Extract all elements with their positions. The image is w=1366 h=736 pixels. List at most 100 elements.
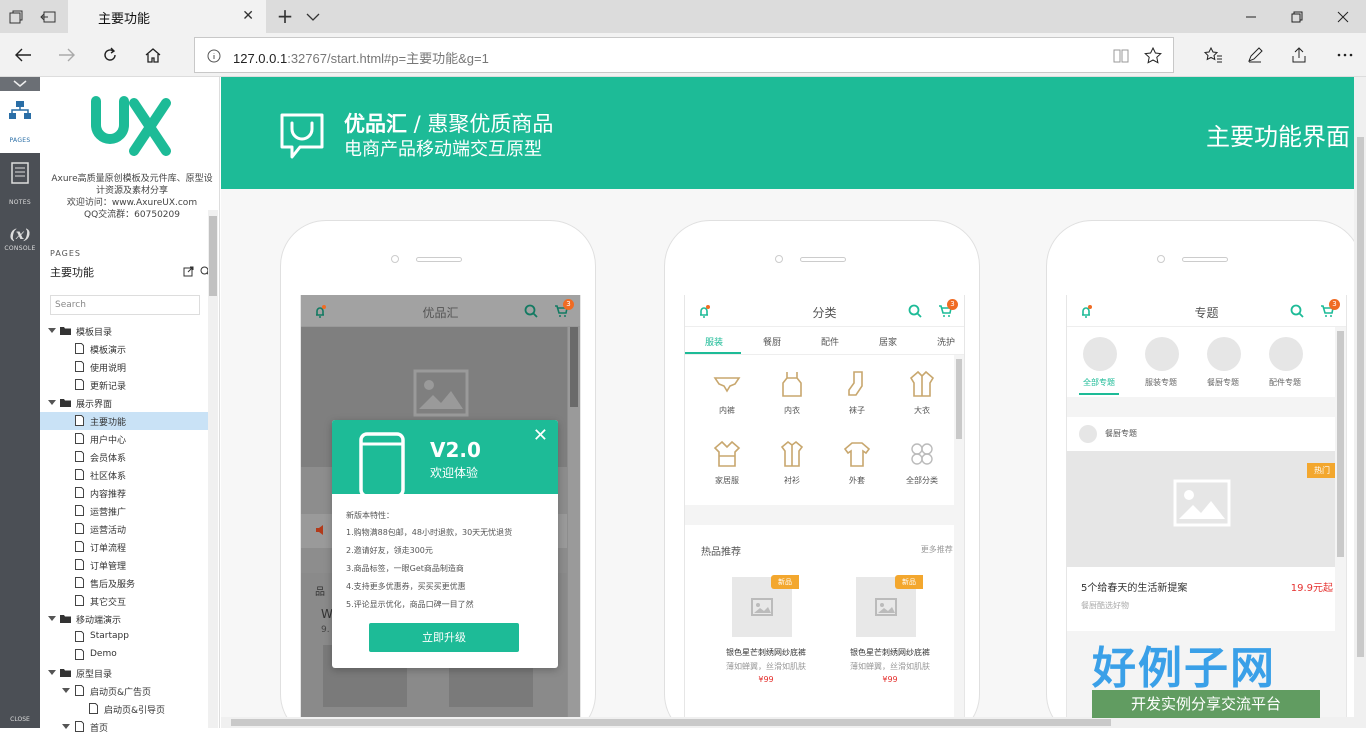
back-button[interactable]	[8, 41, 38, 69]
category-socks[interactable]: 袜子	[827, 361, 887, 425]
tree-item[interactable]: 会员体系	[40, 448, 210, 466]
category-underwear[interactable]: 内裤	[697, 361, 757, 425]
share-icon[interactable]	[1284, 41, 1314, 69]
expand-triangle-icon[interactable]	[48, 327, 56, 335]
tree-item[interactable]: 模板目录	[40, 322, 210, 340]
tree-item[interactable]: 运营推广	[40, 502, 210, 520]
category-label: 全部分类	[906, 476, 938, 485]
category-all[interactable]: 全部分类	[892, 431, 952, 495]
topic-clothing[interactable]: 服装专题	[1131, 337, 1191, 395]
app-title: 优品汇	[422, 306, 459, 320]
expand-triangle-icon[interactable]	[48, 669, 56, 677]
expand-triangle-icon[interactable]	[62, 687, 70, 695]
product-card[interactable]: 新品 银色星芒刺绣网纱底裤 薄如蝉翼，丝滑如肌肤 ¥99	[835, 575, 945, 697]
search-icon[interactable]	[1290, 304, 1304, 318]
tree-item[interactable]: 订单管理	[40, 556, 210, 574]
vscroll-thumb[interactable]	[1357, 137, 1364, 657]
pages-tab[interactable]: PAGES	[0, 91, 40, 153]
tree-item[interactable]: 模板演示	[40, 340, 210, 358]
pages-scrollbar[interactable]	[208, 210, 218, 728]
tab-list-chevron-icon[interactable]	[304, 8, 322, 26]
screen-scrollbar-thumb[interactable]	[956, 359, 962, 439]
refresh-button[interactable]	[95, 41, 125, 69]
screen-scrollbar[interactable]	[954, 355, 964, 717]
topic-accessories[interactable]: 配件专题	[1255, 337, 1315, 395]
restore-button[interactable]	[1274, 0, 1320, 33]
close-sidebar-button[interactable]: CLOSE	[0, 712, 40, 728]
section-title: 主要功能界面	[1206, 123, 1350, 151]
category-homewear[interactable]: 家居服	[697, 431, 757, 495]
screen-scrollbar-thumb[interactable]	[570, 327, 578, 407]
tree-item[interactable]: 移动端演示	[40, 610, 210, 628]
category-vest[interactable]: 内衣	[762, 361, 822, 425]
tab-home[interactable]: 居家	[879, 335, 897, 348]
topic-banner[interactable]: 热门	[1067, 451, 1337, 567]
category-shirt[interactable]: 衬衫	[762, 431, 822, 495]
tab-close-icon[interactable]: ✕	[242, 8, 254, 24]
product-card[interactable]: 新品 银色星芒刺绣网纱底裤 薄如蝉翼，丝滑如肌肤 ¥99	[711, 575, 821, 697]
active-tab[interactable]: 主要功能 ✕	[68, 0, 266, 33]
tree-item-label: 运营推广	[90, 508, 127, 518]
expand-triangle-icon[interactable]	[48, 399, 56, 407]
expand-triangle-icon[interactable]	[48, 615, 56, 623]
open-page-icon[interactable]	[183, 266, 194, 277]
pages-search-input[interactable]: Search	[50, 295, 200, 315]
hscroll-thumb[interactable]	[231, 719, 1111, 726]
close-window-button[interactable]	[1320, 0, 1366, 33]
tree-item[interactable]: 社区体系	[40, 466, 210, 484]
canvas-horizontal-scrollbar[interactable]	[221, 717, 1354, 728]
search-icon[interactable]	[524, 304, 538, 318]
forward-button[interactable]	[52, 41, 82, 69]
tree-item[interactable]: 主要功能	[40, 412, 210, 430]
tab-clothing[interactable]: 服装	[705, 335, 723, 348]
tree-item[interactable]: 运营活动	[40, 520, 210, 538]
minimize-button[interactable]	[1228, 0, 1274, 33]
tree-item[interactable]: 展示界面	[40, 394, 210, 412]
notes-tab[interactable]: NOTES	[0, 153, 40, 215]
console-tab[interactable]: (x) CONSOLE	[0, 215, 40, 277]
screen-scrollbar-thumb[interactable]	[1337, 331, 1344, 557]
tree-item[interactable]: 原型目录	[40, 664, 210, 682]
favorites-hub-icon[interactable]	[1198, 41, 1228, 69]
tree-item[interactable]: 订单流程	[40, 538, 210, 556]
tree-item[interactable]: 内容推荐	[40, 484, 210, 502]
tree-item[interactable]: 其它交互	[40, 592, 210, 610]
tree-item[interactable]: 使用说明	[40, 358, 210, 376]
address-bar[interactable]: 127.0.0.1:32767/start.html#p=主要功能&g=1	[194, 37, 1174, 73]
site-info-icon[interactable]	[207, 49, 221, 63]
tree-item[interactable]: 用户中心	[40, 430, 210, 448]
topic-all[interactable]: 全部专题	[1069, 337, 1129, 395]
tree-item[interactable]: Startapp	[40, 628, 210, 646]
category-jacket[interactable]: 外套	[827, 431, 887, 495]
feature-item: 5.评论显示优化，商品口碑一目了然	[346, 600, 474, 609]
search-icon[interactable]	[908, 304, 922, 318]
dialog-close-icon[interactable]: ✕	[533, 425, 548, 446]
reading-view-icon[interactable]	[1111, 46, 1131, 66]
expand-triangle-icon[interactable]	[62, 723, 70, 731]
canvas-vertical-scrollbar[interactable]	[1354, 77, 1366, 728]
favorite-star-icon[interactable]	[1143, 46, 1163, 66]
topic-kitchen[interactable]: 餐厨专题	[1193, 337, 1253, 395]
tab-kitchen[interactable]: 餐厨	[763, 335, 781, 348]
new-tab-button[interactable]: +	[272, 4, 298, 28]
upgrade-now-button[interactable]: 立即升级	[369, 623, 519, 652]
tab-accessories[interactable]: 配件	[821, 335, 839, 348]
tree-item[interactable]: 启动页&引导页	[40, 700, 210, 718]
screen-scrollbar[interactable]	[568, 327, 580, 717]
collapse-chevron-icon[interactable]	[0, 77, 40, 91]
tree-item-label: 使用说明	[90, 364, 127, 374]
tree-item[interactable]: 售后及服务	[40, 574, 210, 592]
tree-item[interactable]: 启动页&广告页	[40, 682, 210, 700]
tree-item[interactable]: Demo	[40, 646, 210, 664]
tree-item[interactable]: 更新记录	[40, 376, 210, 394]
category-coat[interactable]: 大衣	[892, 361, 952, 425]
screen-scrollbar[interactable]	[1335, 327, 1346, 717]
home-button[interactable]	[138, 41, 168, 69]
tree-item[interactable]: 首页	[40, 718, 210, 736]
tab-care[interactable]: 洗护	[937, 335, 955, 348]
web-note-icon[interactable]	[1240, 41, 1270, 69]
pages-scrollbar-thumb[interactable]	[209, 216, 217, 296]
tab-manager-icon[interactable]	[0, 0, 32, 33]
set-tabs-aside-icon[interactable]	[32, 0, 64, 33]
more-menu-icon[interactable]	[1330, 41, 1360, 69]
